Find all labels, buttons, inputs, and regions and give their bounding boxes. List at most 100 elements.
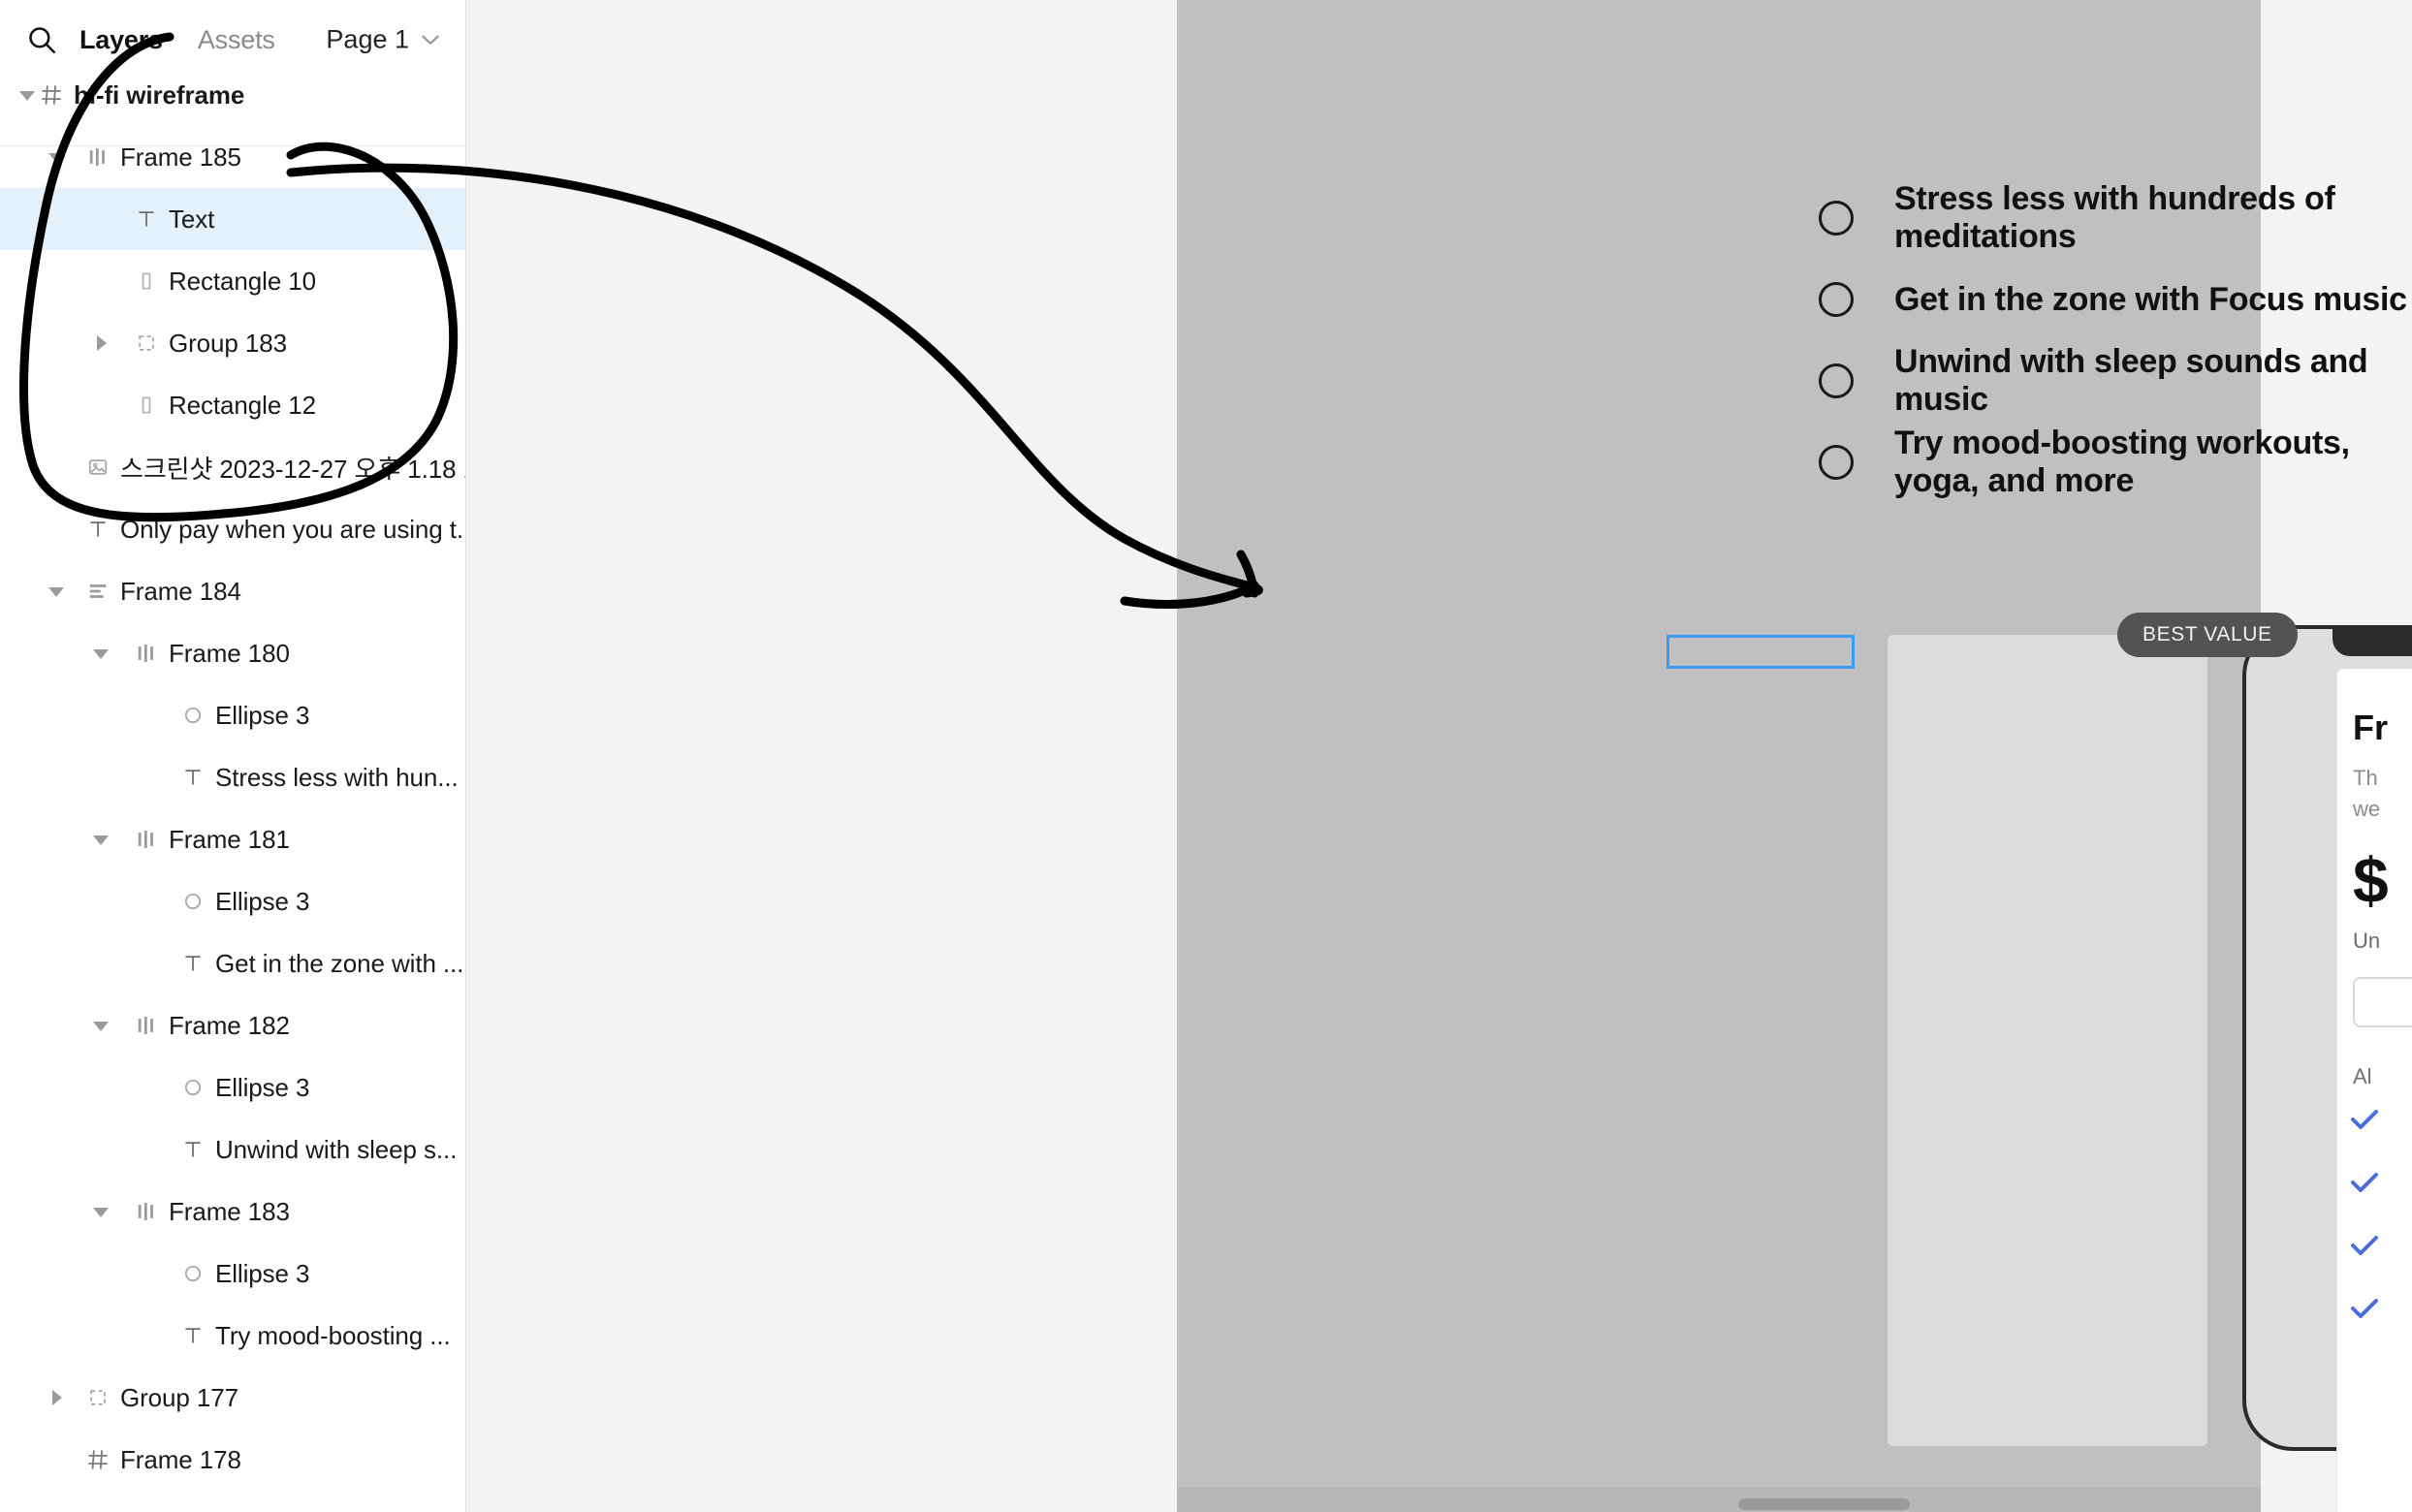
text-icon: [178, 949, 207, 978]
caret-right-icon[interactable]: [89, 331, 112, 355]
caret-down-icon[interactable]: [45, 145, 68, 169]
chevron-down-icon: [422, 35, 439, 45]
layer-name: Group 183: [169, 328, 287, 358]
frame-hash-icon: [83, 1445, 112, 1474]
layer-name: Text: [169, 204, 215, 234]
layer-row[interactable]: Frame 183: [0, 1181, 465, 1243]
layer-row[interactable]: Frame 185: [0, 126, 465, 188]
caret-down-icon[interactable]: [89, 642, 112, 665]
layer-row[interactable]: Frame 181: [0, 808, 465, 870]
image-icon: [83, 453, 112, 482]
layer-row[interactable]: Frame 184: [0, 560, 465, 622]
layer-name: Group 177: [120, 1382, 238, 1412]
benefit-label: Get in the zone with Focus music: [1894, 280, 2407, 318]
layer-name: Frame 178: [120, 1444, 241, 1474]
layer-name: Frame 183: [169, 1196, 290, 1226]
caret-down-icon[interactable]: [89, 1014, 112, 1037]
layers-panel: Layers Assets Page 1 hi-fi wireframe Fram…: [0, 0, 466, 1512]
caret-down-icon[interactable]: [16, 83, 39, 107]
layer-row[interactable]: Stress less with hun...: [0, 746, 465, 808]
layer-name: Stress less with hun...: [215, 762, 459, 792]
layer-list: hi-fi wireframe Frame 185 Text Rectangle 10…: [0, 64, 466, 1491]
radio-circle-icon: [1819, 201, 1854, 236]
list-item[interactable]: Try mood-boosting workouts, yoga, and mo…: [1819, 422, 2412, 503]
tab-assets[interactable]: Assets: [198, 25, 275, 55]
layer-name: hi-fi wireframe: [74, 79, 245, 110]
layer-row[interactable]: hi-fi wireframe: [0, 64, 465, 126]
layer-row[interactable]: Ellipse 3: [0, 1056, 465, 1118]
layer-name: Frame 180: [169, 638, 290, 668]
caret-down-icon[interactable]: [89, 828, 112, 851]
inspector-subtitle-1: Th: [2353, 766, 2378, 790]
check-icon: [2351, 1236, 2378, 1255]
layer-name: Only pay when you are using t...: [120, 514, 466, 544]
ellipse-icon: [178, 701, 207, 730]
layer-row[interactable]: Group 177: [0, 1367, 465, 1429]
autolayout-vertical-icon: [83, 577, 112, 606]
benefit-label: Stress less with hundreds of meditations: [1894, 180, 2335, 255]
layer-name: Try mood-boosting ...: [215, 1320, 451, 1350]
text-icon: [178, 763, 207, 792]
feature-list-header: Al: [2353, 1064, 2372, 1088]
ellipse-icon: [178, 1259, 207, 1288]
scrollbar[interactable]: [1738, 1498, 1910, 1510]
layer-row[interactable]: Ellipse 3: [0, 684, 465, 746]
layer-name: Frame 181: [169, 824, 290, 854]
price-value: $: [2353, 844, 2389, 916]
layer-row[interactable]: Frame 180: [0, 622, 465, 684]
selection-rectangle[interactable]: [1666, 635, 1855, 669]
check-icon: [2351, 1173, 2378, 1192]
radio-circle-icon: [1819, 282, 1854, 317]
layer-name: Rectangle 10: [169, 266, 317, 296]
price-note: Un: [2353, 929, 2381, 953]
text-icon: [132, 205, 161, 234]
promo-code-input[interactable]: [2353, 977, 2412, 1027]
text-icon: [178, 1135, 207, 1164]
layer-row[interactable]: Ellipse 3: [0, 1243, 465, 1305]
ellipse-icon: [178, 1073, 207, 1102]
layer-name: Frame 182: [169, 1010, 290, 1040]
tab-layers[interactable]: Layers: [79, 25, 163, 55]
layer-row[interactable]: Frame 182: [0, 994, 465, 1056]
canvas[interactable]: Stress less with hundreds of meditations…: [466, 0, 2412, 1512]
benefit-label: Unwind with sleep sounds and music: [1894, 343, 2368, 418]
layer-row[interactable]: Get in the zone with ...: [0, 932, 465, 994]
caret-down-icon[interactable]: [45, 580, 68, 603]
caret-down-icon[interactable]: [89, 1200, 112, 1223]
layer-row[interactable]: Ellipse 3: [0, 870, 465, 932]
layer-name: Ellipse 3: [215, 700, 310, 730]
layer-row[interactable]: Rectangle 12: [0, 374, 465, 436]
layer-row[interactable]: 스크린샷 2023-12-27 오후 1.18 1: [0, 436, 465, 498]
plan-card-left[interactable]: [1888, 635, 2207, 1446]
layer-name: Get in the zone with ...: [215, 948, 464, 978]
layer-row[interactable]: Try mood-boosting ...: [0, 1305, 465, 1367]
layer-row[interactable]: Text: [0, 188, 465, 250]
layer-row[interactable]: Unwind with sleep s...: [0, 1118, 465, 1181]
caret-right-icon[interactable]: [45, 1386, 68, 1409]
frame-hash-icon: [37, 80, 66, 110]
radio-circle-icon: [1819, 363, 1854, 398]
autolayout-horizontal-icon: [132, 639, 161, 668]
layer-row[interactable]: Frame 178: [0, 1429, 465, 1491]
layer-name: Ellipse 3: [215, 1072, 310, 1102]
layer-row[interactable]: Group 183: [0, 312, 465, 374]
inspector-panel: Fr Th we $ Un Al: [2336, 669, 2412, 1512]
inspector-title: Fr: [2353, 708, 2388, 747]
group-icon: [132, 329, 161, 358]
layer-row[interactable]: Rectangle 10: [0, 250, 465, 312]
layer-name: Unwind with sleep s...: [215, 1134, 458, 1164]
list-item[interactable]: Get in the zone with Focus music: [1819, 259, 2412, 340]
autolayout-horizontal-icon: [83, 142, 112, 172]
text-icon: [178, 1321, 207, 1350]
artboard-bottom-strip: [1177, 1488, 2261, 1512]
page-selector[interactable]: Page 1: [326, 25, 440, 55]
list-item[interactable]: Unwind with sleep sounds and music: [1819, 340, 2412, 422]
benefit-label: Try mood-boosting workouts, yoga, and mo…: [1894, 425, 2350, 499]
search-icon[interactable]: [25, 23, 58, 56]
radio-circle-icon: [1819, 445, 1854, 480]
benefits-list: Stress less with hundreds of meditations…: [1819, 177, 2412, 503]
layer-row[interactable]: Only pay when you are using t...: [0, 498, 466, 560]
layer-name: Ellipse 3: [215, 886, 310, 916]
list-item[interactable]: Stress less with hundreds of meditations: [1819, 177, 2412, 259]
text-icon: [83, 515, 112, 544]
